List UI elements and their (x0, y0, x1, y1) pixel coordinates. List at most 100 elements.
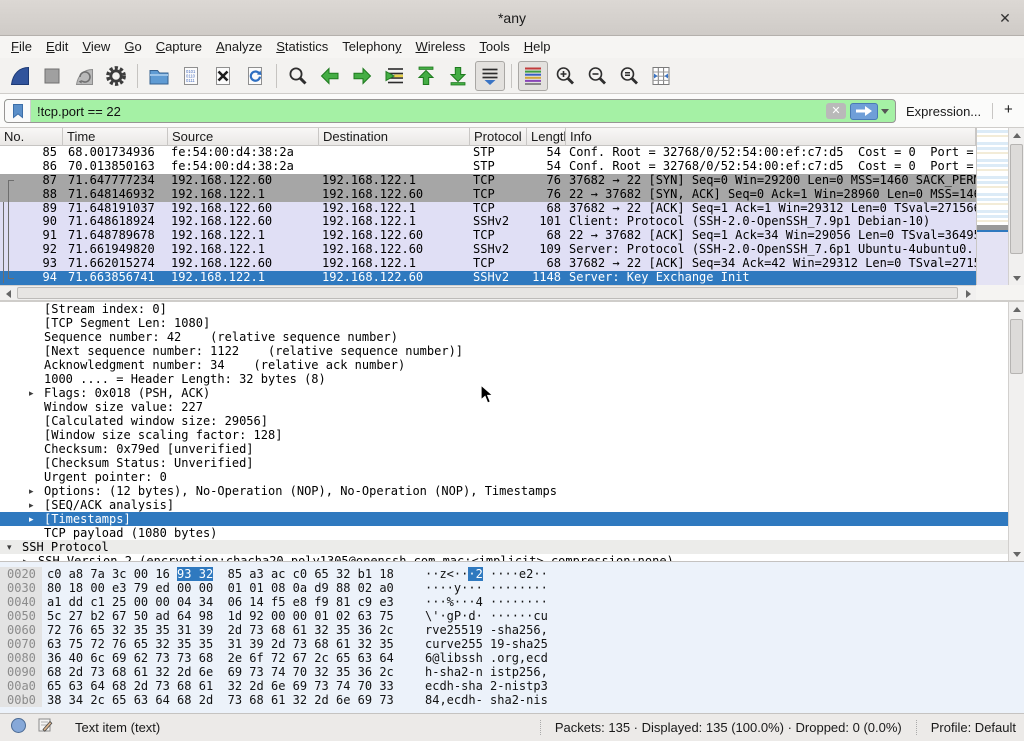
auto-scroll-button[interactable] (475, 61, 505, 91)
column-header-time[interactable]: Time (63, 128, 168, 146)
menu-help[interactable]: Help (517, 36, 558, 58)
scroll-up-icon[interactable] (1009, 302, 1024, 316)
filter-clear-icon[interactable]: ✕ (826, 103, 846, 119)
table-row[interactable]: 8871.648146932192.168.122.1192.168.122.6… (0, 188, 976, 202)
colorize-button[interactable] (518, 61, 548, 91)
menu-file[interactable]: File (4, 36, 39, 58)
column-header-length[interactable]: Length (527, 128, 566, 146)
scroll-down-icon[interactable] (1009, 547, 1024, 561)
detail-line[interactable]: [Window size scaling factor: 128] (0, 428, 1008, 442)
table-row[interactable]: 8771.647777234192.168.122.60192.168.122.… (0, 174, 976, 188)
detail-line[interactable]: [Stream index: 0] (0, 302, 1008, 316)
detail-line[interactable]: ▸SSH Version 2 (encryption:chacha20_poly… (0, 554, 1008, 561)
scroll-left-icon[interactable] (0, 286, 16, 301)
start-capture-button[interactable] (5, 61, 35, 91)
hex-row[interactable]: 008036 40 6c 69 62 73 73 68 2e 6f 72 67 … (0, 651, 1024, 665)
restart-capture-button[interactable] (69, 61, 99, 91)
detail-line[interactable]: Window size value: 227 (0, 400, 1008, 414)
detail-line[interactable]: ▾SSH Protocol (0, 540, 1008, 554)
detail-line[interactable]: ▸[SEQ/ACK analysis] (0, 498, 1008, 512)
detail-line[interactable]: [Next sequence number: 1122 (relative se… (0, 344, 1008, 358)
table-row[interactable]: 9271.661949820192.168.122.1192.168.122.6… (0, 243, 976, 257)
save-file-button[interactable]: 010101100111 (176, 61, 206, 91)
detail-line[interactable]: [TCP Segment Len: 1080] (0, 316, 1008, 330)
stop-capture-button[interactable] (37, 61, 67, 91)
packet-list-vscrollbar[interactable] (1008, 128, 1024, 285)
add-filter-button[interactable]: + (1004, 101, 1013, 118)
zoom-out-button[interactable] (582, 61, 612, 91)
filter-dropdown-icon[interactable] (881, 109, 889, 114)
details-vscrollbar[interactable] (1008, 302, 1024, 561)
resize-columns-button[interactable] (646, 61, 676, 91)
hex-row[interactable]: 007063 75 72 76 65 32 35 35 31 39 2d 73 … (0, 637, 1024, 651)
column-header-no[interactable]: No. (0, 128, 63, 146)
filter-apply-icon[interactable] (850, 103, 878, 120)
close-file-button[interactable] (208, 61, 238, 91)
find-packet-button[interactable] (283, 61, 313, 91)
zoom-reset-button[interactable] (614, 61, 644, 91)
detail-line[interactable]: Checksum: 0x79ed [unverified] (0, 442, 1008, 456)
go-first-button[interactable] (411, 61, 441, 91)
table-row[interactable]: 9071.648618924192.168.122.60192.168.122.… (0, 215, 976, 229)
packet-list-hscrollbar[interactable] (0, 285, 976, 300)
menu-telephony[interactable]: Telephony (335, 36, 408, 58)
hex-row[interactable]: 00a065 63 64 68 2d 73 68 61 32 2d 6e 69 … (0, 679, 1024, 693)
profile-label[interactable]: Profile: Default (917, 720, 1016, 735)
detail-line[interactable]: Urgent pointer: 0 (0, 470, 1008, 484)
table-row[interactable]: 8971.648191037192.168.122.60192.168.122.… (0, 202, 976, 216)
capture-comment-icon[interactable] (37, 717, 53, 738)
hscroll-thumb[interactable] (17, 287, 958, 299)
expression-button[interactable]: Expression... (906, 104, 981, 119)
menu-analyze[interactable]: Analyze (209, 36, 269, 58)
column-header-destination[interactable]: Destination (319, 128, 470, 146)
detail-line[interactable]: TCP payload (1080 bytes) (0, 526, 1008, 540)
detail-line[interactable]: 1000 .... = Header Length: 32 bytes (8) (0, 372, 1008, 386)
table-row[interactable]: 8670.013850163fe:54:00:d4:38:2aSTP54Conf… (0, 160, 976, 174)
detail-line[interactable]: [Calculated window size: 29056] (0, 414, 1008, 428)
capture-options-button[interactable] (101, 61, 131, 91)
hex-row[interactable]: 00505c 27 b2 67 50 ad 64 98 1d 92 00 00 … (0, 609, 1024, 623)
detail-line[interactable]: Acknowledgment number: 34 (relative ack … (0, 358, 1008, 372)
close-icon[interactable]: ✕ (996, 9, 1014, 27)
collapsed-arrow-icon[interactable]: ▸ (23, 554, 28, 561)
hex-row[interactable]: 0020c0 a8 7a 3c 00 16 93 32 85 a3 ac c0 … (0, 567, 1024, 581)
detail-line[interactable]: ▸Options: (12 bytes), No-Operation (NOP)… (0, 484, 1008, 498)
table-row[interactable]: 9371.662015274192.168.122.60192.168.122.… (0, 257, 976, 271)
detail-line[interactable]: [Checksum Status: Unverified] (0, 456, 1008, 470)
zoom-in-button[interactable] (550, 61, 580, 91)
menu-go[interactable]: Go (117, 36, 148, 58)
column-header-info[interactable]: Info (566, 128, 976, 146)
collapsed-arrow-icon[interactable]: ▸ (29, 386, 34, 400)
detail-line[interactable]: ▸Flags: 0x018 (PSH, ACK) (0, 386, 1008, 400)
go-next-button[interactable] (347, 61, 377, 91)
scroll-thumb[interactable] (1010, 319, 1023, 374)
scroll-up-icon[interactable] (1009, 128, 1024, 142)
display-filter-input[interactable]: !tcp.port == 22 ✕ (4, 99, 896, 123)
column-header-source[interactable]: Source (168, 128, 319, 146)
table-row[interactable]: 9471.663856741192.168.122.1192.168.122.6… (0, 271, 976, 285)
open-file-button[interactable] (144, 61, 174, 91)
menu-view[interactable]: View (75, 36, 117, 58)
scroll-thumb[interactable] (1010, 144, 1023, 254)
menu-statistics[interactable]: Statistics (269, 36, 335, 58)
collapsed-arrow-icon[interactable]: ▸ (29, 512, 34, 526)
hex-row[interactable]: 006072 76 65 32 35 35 31 39 2d 73 68 61 … (0, 623, 1024, 637)
reload-file-button[interactable] (240, 61, 270, 91)
expert-info-icon[interactable] (10, 717, 27, 739)
expanded-arrow-icon[interactable]: ▾ (7, 540, 12, 554)
hex-row[interactable]: 00b038 34 2c 65 63 64 68 2d 73 68 61 32 … (0, 693, 1024, 707)
menu-capture[interactable]: Capture (149, 36, 209, 58)
scroll-right-icon[interactable] (960, 286, 976, 301)
hex-row[interactable]: 0040a1 dd c1 25 00 00 04 34 06 14 f5 e8 … (0, 595, 1024, 609)
table-row[interactable]: 8568.001734936fe:54:00:d4:38:2aSTP54Conf… (0, 146, 976, 160)
go-to-packet-button[interactable] (379, 61, 409, 91)
menu-wireless[interactable]: Wireless (409, 36, 473, 58)
table-row[interactable]: 9171.648789678192.168.122.1192.168.122.6… (0, 229, 976, 243)
detail-line[interactable]: ▸[Timestamps] (0, 512, 1008, 526)
go-last-button[interactable] (443, 61, 473, 91)
scroll-down-icon[interactable] (1009, 271, 1024, 285)
go-previous-button[interactable] (315, 61, 345, 91)
collapsed-arrow-icon[interactable]: ▸ (29, 498, 34, 512)
hex-row[interactable]: 003080 18 00 e3 79 ed 00 00 01 01 08 0a … (0, 581, 1024, 595)
detail-line[interactable]: Sequence number: 42 (relative sequence n… (0, 330, 1008, 344)
